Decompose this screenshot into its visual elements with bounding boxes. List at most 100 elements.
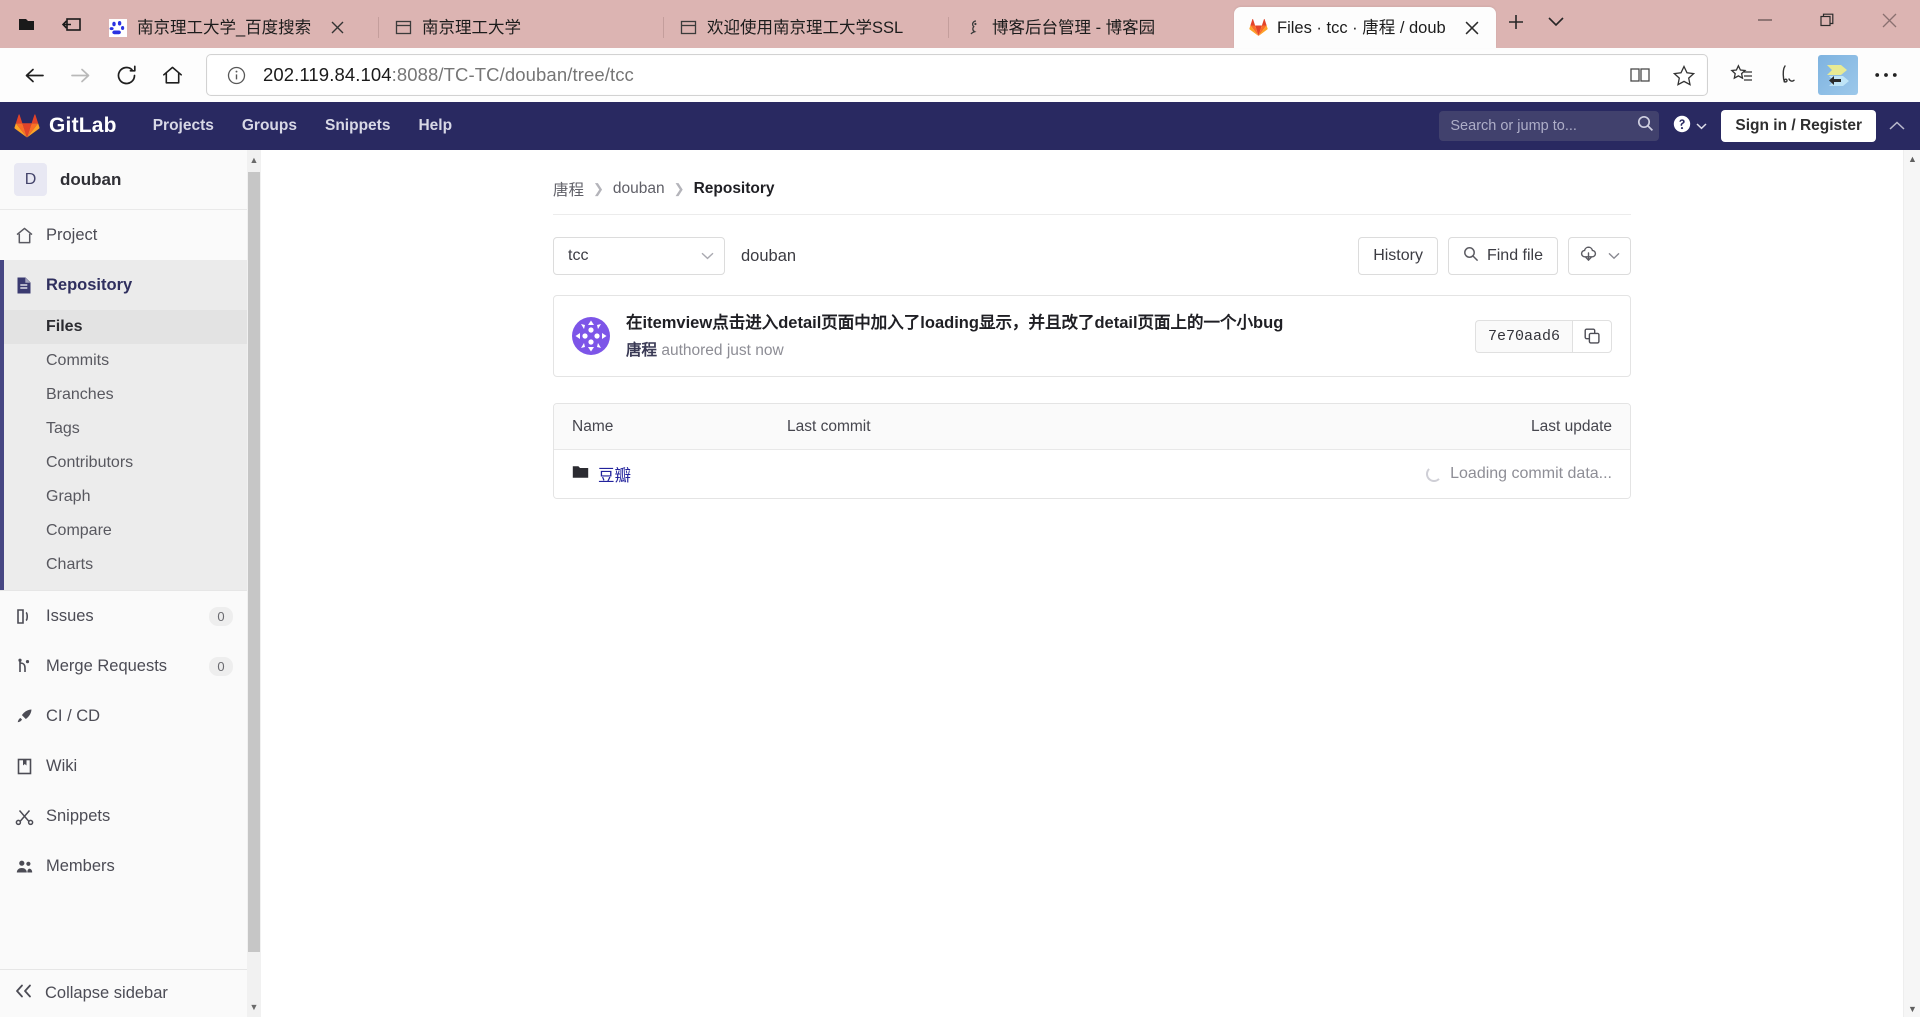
search-icon bbox=[1463, 246, 1479, 267]
nav-link-help[interactable]: Help bbox=[404, 102, 466, 150]
repository-content: 唐程 ❯ douban ❯ Repository tcc douban Hist… bbox=[248, 150, 1920, 1017]
rocket-icon bbox=[14, 707, 34, 726]
baidu-icon bbox=[108, 18, 128, 38]
file-name-cell[interactable]: 豆瓣 bbox=[572, 462, 787, 486]
close-button[interactable] bbox=[1858, 0, 1920, 40]
tab-list-chevron-down-icon[interactable] bbox=[1536, 4, 1576, 40]
copy-icon[interactable] bbox=[1572, 319, 1612, 353]
home-icon[interactable] bbox=[150, 53, 194, 97]
sidebar-item-issues[interactable]: Issues 0 bbox=[0, 591, 247, 641]
status-badge: 0 bbox=[209, 656, 233, 676]
collections-pen-icon[interactable] bbox=[1768, 53, 1812, 97]
sidebar-subitem-branches[interactable]: Branches bbox=[0, 378, 247, 412]
commit-message[interactable]: 在itemview点击进入detail页面中加入了loading显示，并且改了d… bbox=[626, 312, 1459, 334]
favorites-star-list-icon[interactable] bbox=[1720, 53, 1764, 97]
url-text[interactable]: 202.119.84.104:8088/TC-TC/douban/tree/tc… bbox=[263, 64, 1613, 86]
scroll-down-arrow-icon[interactable]: ▼ bbox=[247, 999, 261, 1015]
history-button[interactable]: History bbox=[1358, 237, 1438, 275]
download-clone-button[interactable] bbox=[1568, 237, 1631, 275]
commit-sha-group: 7e70aad6 bbox=[1474, 319, 1612, 353]
close-icon[interactable] bbox=[1459, 15, 1485, 41]
breadcrumb-section: Repository bbox=[693, 180, 775, 197]
commit-timestamp: authored just now bbox=[661, 342, 784, 360]
browser-tab[interactable]: 欢迎使用南京理工大学SSL bbox=[663, 7, 949, 48]
chevron-down-icon bbox=[701, 247, 714, 265]
tabstrip-actions bbox=[1496, 0, 1576, 48]
settings-more-icon[interactable] bbox=[1864, 53, 1908, 97]
sidebar-scroll-area: Project Repository Files Commits Branche… bbox=[0, 210, 247, 969]
scroll-up-arrow-icon[interactable]: ▲ bbox=[247, 152, 261, 168]
sidebar-subitem-contributors[interactable]: Contributors bbox=[0, 446, 247, 480]
repository-root-label[interactable]: douban bbox=[741, 247, 796, 266]
sidebar-subitem-compare[interactable]: Compare bbox=[0, 514, 247, 548]
sidebar-project-header[interactable]: D douban bbox=[0, 150, 247, 210]
commit-author[interactable]: 唐程 bbox=[626, 342, 657, 359]
tab-title: 博客后台管理 - 博客园 bbox=[992, 18, 1156, 37]
sidebar-item-wiki[interactable]: Wiki bbox=[0, 741, 247, 791]
extension-icon[interactable] bbox=[1816, 53, 1860, 97]
toolbar-right-icons bbox=[1720, 53, 1908, 97]
sidebar-item-label: Wiki bbox=[46, 756, 78, 775]
repository-controls: tcc douban History Find file bbox=[553, 237, 1631, 295]
column-header-last-update: Last update bbox=[1530, 417, 1612, 435]
nav-link-projects[interactable]: Projects bbox=[139, 102, 228, 150]
repository-action-buttons: History Find file bbox=[1358, 237, 1631, 275]
sidebar-subitem-graph[interactable]: Graph bbox=[0, 480, 247, 514]
navbar-collapse-chevron-up-icon[interactable] bbox=[1886, 121, 1908, 131]
sidebar-scrollbar[interactable]: ▲ ▼ bbox=[247, 150, 261, 1017]
book-icon bbox=[14, 757, 34, 776]
sidebar-item-ci-cd[interactable]: CI / CD bbox=[0, 691, 247, 741]
forward-arrow-icon[interactable] bbox=[58, 53, 102, 97]
double-chevron-left-icon bbox=[14, 984, 33, 1003]
commit-meta: 唐程 authored just now bbox=[626, 338, 1459, 360]
find-file-button[interactable]: Find file bbox=[1447, 237, 1558, 275]
file-name[interactable]: 豆瓣 bbox=[598, 462, 631, 486]
search-box[interactable] bbox=[1439, 111, 1660, 141]
browser-tab[interactable]: 博客后台管理 - 博客园 bbox=[948, 7, 1234, 48]
reading-view-icon[interactable] bbox=[1623, 58, 1657, 92]
scrollbar-thumb[interactable] bbox=[248, 172, 260, 952]
page-scrollbar[interactable]: ▲ ▼ bbox=[1903, 150, 1920, 1017]
tab-back-icon[interactable] bbox=[50, 4, 94, 44]
breadcrumb-project[interactable]: douban bbox=[613, 180, 665, 198]
file-tree-table: Name Last commit Last update 豆瓣 Loading … bbox=[553, 403, 1631, 500]
branch-selector[interactable]: tcc bbox=[553, 237, 725, 275]
back-arrow-icon[interactable] bbox=[12, 53, 56, 97]
browser-tab[interactable]: 南京理工大学 bbox=[378, 7, 664, 48]
star-icon[interactable] bbox=[1667, 58, 1701, 92]
info-circle-icon[interactable] bbox=[219, 58, 253, 92]
sidebar-subitem-tags[interactable]: Tags bbox=[0, 412, 247, 446]
tab-manager-icon[interactable] bbox=[4, 4, 48, 44]
table-row[interactable]: 豆瓣 Loading commit data... bbox=[554, 450, 1630, 499]
help-menu[interactable] bbox=[1669, 115, 1711, 138]
close-icon[interactable] bbox=[324, 15, 350, 41]
tab-title: 欢迎使用南京理工大学SSL bbox=[707, 18, 904, 37]
gitlab-logo[interactable]: GitLab bbox=[14, 113, 117, 139]
nav-link-snippets[interactable]: Snippets bbox=[311, 102, 404, 150]
sidebar-subitem-charts[interactable]: Charts bbox=[0, 548, 247, 582]
sidebar-subitem-commits[interactable]: Commits bbox=[0, 344, 247, 378]
sidebar-item-repository[interactable]: Repository bbox=[0, 260, 247, 310]
maximize-button[interactable] bbox=[1796, 0, 1858, 40]
scroll-down-arrow-icon[interactable]: ▼ bbox=[1904, 1000, 1920, 1017]
sidebar-item-snippets[interactable]: Snippets bbox=[0, 791, 247, 841]
nav-link-groups[interactable]: Groups bbox=[228, 102, 311, 150]
breadcrumb-owner[interactable]: 唐程 bbox=[553, 178, 584, 200]
sidebar-item-project[interactable]: Project bbox=[0, 210, 247, 260]
reload-icon[interactable] bbox=[104, 53, 148, 97]
commit-sha[interactable]: 7e70aad6 bbox=[1474, 319, 1572, 353]
collapse-sidebar-button[interactable]: Collapse sidebar bbox=[0, 969, 247, 1017]
sign-in-register-button[interactable]: Sign in / Register bbox=[1721, 110, 1876, 142]
browser-tab-active[interactable]: Files · tcc · 唐程 / doub bbox=[1234, 7, 1496, 48]
address-bar[interactable]: 202.119.84.104:8088/TC-TC/douban/tree/tc… bbox=[206, 54, 1708, 96]
new-tab-button[interactable] bbox=[1496, 4, 1536, 40]
chevron-down-icon bbox=[1696, 117, 1707, 135]
sidebar-item-members[interactable]: Members bbox=[0, 841, 247, 891]
search-icon[interactable] bbox=[1637, 115, 1654, 137]
sidebar-subitem-files[interactable]: Files bbox=[0, 310, 247, 344]
browser-tab[interactable]: 南京理工大学_百度搜索 bbox=[94, 7, 379, 48]
minimize-button[interactable] bbox=[1734, 0, 1796, 40]
sidebar-item-merge-requests[interactable]: Merge Requests 0 bbox=[0, 641, 247, 691]
scroll-up-arrow-icon[interactable]: ▲ bbox=[1904, 150, 1920, 167]
search-input[interactable] bbox=[1450, 118, 1638, 134]
